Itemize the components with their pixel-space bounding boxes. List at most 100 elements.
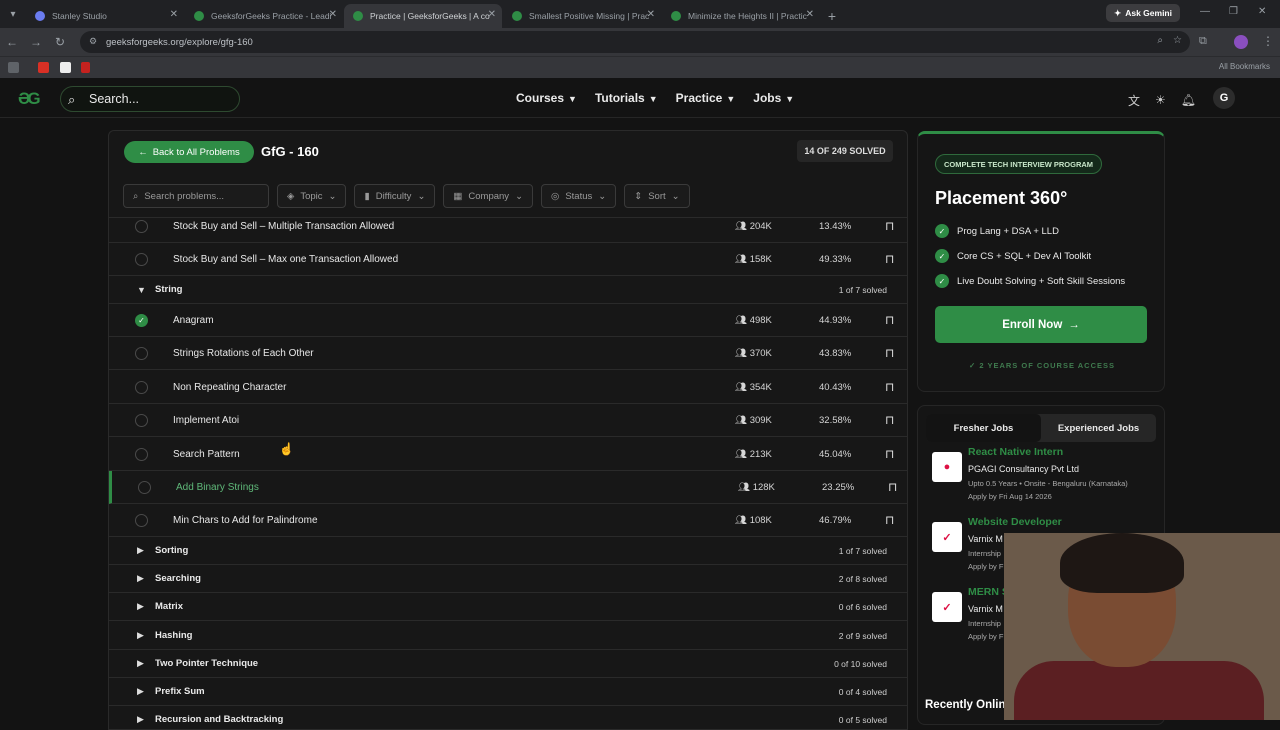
apps-icon[interactable]	[8, 62, 19, 73]
browser-tab[interactable]: Stanley Studio ✕	[26, 4, 184, 28]
bookmark-icon[interactable]	[38, 62, 49, 73]
section-string[interactable]: ▼ String 1 of 7 solved	[109, 276, 907, 304]
status-circle-icon[interactable]	[135, 252, 148, 266]
problem-name[interactable]: Strings Rotations of Each Other	[173, 348, 314, 359]
status-circle-icon[interactable]	[138, 480, 151, 494]
zoom-icon[interactable]: ⌕	[1157, 35, 1163, 46]
section-row[interactable]: ▶ Hashing 2 of 9 solved	[109, 622, 907, 650]
favicon-icon	[671, 11, 681, 21]
menu-jobs[interactable]: Jobs ▼	[753, 91, 794, 105]
problem-search-input[interactable]: ⌕ Search problems...	[123, 184, 269, 208]
solved-check-icon[interactable]: ✓	[135, 313, 148, 327]
problem-name[interactable]: Stock Buy and Sell – Max one Transaction…	[173, 254, 398, 265]
section-row[interactable]: ▶ Recursion and Backtracking 0 of 5 solved	[109, 706, 907, 729]
translate-icon[interactable]: 文	[1128, 92, 1140, 109]
tab-search-icon[interactable]: ▾	[0, 0, 26, 28]
access-text: 2 YEARS OF COURSE ACCESS	[979, 361, 1116, 370]
topic-filter[interactable]: ◈ Topic ⌄	[277, 184, 347, 208]
problem-name[interactable]: Search Pattern	[173, 449, 240, 460]
problem-name[interactable]: Anagram	[173, 315, 214, 326]
theme-toggle-icon[interactable]: ☀	[1155, 93, 1166, 107]
bookmark-icon[interactable]	[81, 62, 90, 73]
reload-icon[interactable]: ↻	[48, 35, 72, 49]
menu-tutorials[interactable]: Tutorials ▼	[595, 91, 658, 105]
problem-name[interactable]: Implement Atoi	[173, 415, 239, 426]
browser-tab[interactable]: Minimize the Heights II | Practic ✕	[662, 4, 820, 28]
problem-row[interactable]: Search Pattern 👥︎ 213K 45.04% ⊓	[109, 438, 907, 471]
close-tab-icon[interactable]: ✕	[170, 9, 178, 20]
company-filter[interactable]: ▦ Company ⌄	[443, 184, 534, 208]
problem-row[interactable]: ✓ Anagram 👥︎ 498K 44.93% ⊓	[109, 304, 907, 337]
maximize-icon[interactable]: ❐	[1229, 6, 1238, 17]
bookmark-icon[interactable]: ⊓	[885, 252, 894, 266]
browser-tab[interactable]: GeeksforGeeks Practice - Leadi ✕	[185, 4, 343, 28]
section-row[interactable]: ▶ Two Pointer Technique 0 of 10 solved	[109, 650, 907, 678]
forward-icon[interactable]: →	[24, 35, 48, 49]
difficulty-filter[interactable]: ▮ Difficulty ⌄	[354, 184, 436, 208]
menu-practice[interactable]: Practice ▼	[676, 91, 736, 105]
site-search-input[interactable]: ⌕ Search...	[60, 86, 240, 112]
enroll-now-button[interactable]: Enroll Now →	[935, 306, 1147, 343]
back-icon[interactable]: ←	[0, 35, 24, 49]
bookmark-icon[interactable]: ⊓	[885, 447, 894, 461]
job-title[interactable]: MERN S	[968, 586, 1009, 598]
problem-name[interactable]: Non Repeating Character	[173, 382, 286, 393]
close-window-icon[interactable]: ✕	[1258, 6, 1266, 17]
gfg-logo-icon[interactable]: ƏG	[18, 89, 52, 109]
problem-row[interactable]: Stock Buy and Sell – Max one Transaction…	[109, 243, 907, 276]
bookmark-icon[interactable]	[60, 62, 71, 73]
problem-name[interactable]: Add Binary Strings	[176, 482, 259, 493]
job-title[interactable]: Website Developer	[968, 516, 1062, 528]
section-row[interactable]: ▶ Prefix Sum 0 of 4 solved	[109, 678, 907, 706]
status-circle-icon[interactable]	[135, 413, 148, 427]
problem-name[interactable]: Min Chars to Add for Palindrome	[173, 515, 318, 526]
problem-row[interactable]: Strings Rotations of Each Other 👥︎ 370K 43…	[109, 337, 907, 370]
problem-row[interactable]: Implement Atoi 👥︎ 309K 32.58% ⊓	[109, 404, 907, 437]
status-filter[interactable]: ◎ Status ⌄	[541, 184, 617, 208]
bookmark-icon[interactable]: ⊓	[885, 413, 894, 427]
bookmark-icon[interactable]: ⊓	[888, 480, 897, 494]
status-circle-icon[interactable]	[135, 380, 148, 394]
notification-bell-icon[interactable]: 🔔︎	[1181, 93, 1196, 107]
star-icon[interactable]: ☆	[1173, 35, 1182, 46]
problem-row[interactable]: Add Binary Strings 👥︎ 128K 23.25% ⊓	[109, 471, 907, 504]
bookmark-icon[interactable]: ⊓	[885, 219, 894, 233]
problem-row[interactable]: Min Chars to Add for Palindrome 👥︎ 108K 46…	[109, 504, 907, 537]
browser-tab-active[interactable]: Practice | GeeksforGeeks | A co ✕	[344, 4, 502, 28]
avatar[interactable]: G	[1213, 87, 1236, 109]
problem-row[interactable]: Stock Buy and Sell – Multiple Transactio…	[109, 210, 907, 243]
extensions-icon[interactable]: ⧉	[1199, 35, 1207, 48]
ask-gemini-button[interactable]: ✦ Ask Gemini	[1106, 4, 1180, 22]
status-circle-icon[interactable]	[135, 346, 148, 360]
all-bookmarks-link[interactable]: All Bookmarks	[1219, 62, 1270, 71]
tab-fresher-jobs[interactable]: Fresher Jobs	[926, 414, 1041, 442]
close-tab-icon[interactable]: ✕	[647, 9, 655, 20]
section-row[interactable]: ▶ Sorting 1 of 7 solved	[109, 537, 907, 565]
close-tab-icon[interactable]: ✕	[488, 9, 496, 20]
site-info-icon[interactable]: ⚙	[89, 36, 97, 47]
status-circle-icon[interactable]	[135, 447, 148, 461]
sort-filter[interactable]: ⇕ Sort ⌄	[624, 184, 690, 208]
close-tab-icon[interactable]: ✕	[806, 9, 814, 20]
bookmark-icon[interactable]: ⊓	[885, 346, 894, 360]
bookmark-icon[interactable]: ⊓	[885, 313, 894, 327]
bookmark-icon[interactable]: ⊓	[885, 380, 894, 394]
status-circle-icon[interactable]	[135, 513, 148, 527]
close-tab-icon[interactable]: ✕	[329, 9, 337, 20]
problem-row[interactable]: Non Repeating Character 👥︎ 354K 40.43% ⊓	[109, 371, 907, 404]
new-tab-button[interactable]: +	[821, 4, 843, 28]
menu-courses[interactable]: Courses ▼	[516, 91, 577, 105]
tab-experienced-jobs[interactable]: Experienced Jobs	[1041, 414, 1156, 442]
minimize-icon[interactable]: —	[1200, 6, 1210, 17]
url-field[interactable]: ⚙ geeksforgeeks.org/explore/gfg-160 ⌕ ☆	[80, 31, 1190, 53]
back-to-all-problems-button[interactable]: ← Back to All Problems	[124, 141, 254, 163]
section-row[interactable]: ▶ Searching 2 of 8 solved	[109, 565, 907, 593]
bookmark-icon[interactable]: ⊓	[885, 513, 894, 527]
job-title[interactable]: React Native Intern	[968, 446, 1063, 458]
problem-name[interactable]: Stock Buy and Sell – Multiple Transactio…	[173, 221, 394, 232]
section-row[interactable]: ▶ Matrix 0 of 6 solved	[109, 593, 907, 621]
menu-dots-icon[interactable]: ⋮	[1262, 34, 1274, 48]
browser-tab[interactable]: Smallest Positive Missing | Prac ✕	[503, 4, 661, 28]
status-circle-icon[interactable]	[135, 219, 148, 233]
profile-icon[interactable]	[1234, 35, 1248, 49]
